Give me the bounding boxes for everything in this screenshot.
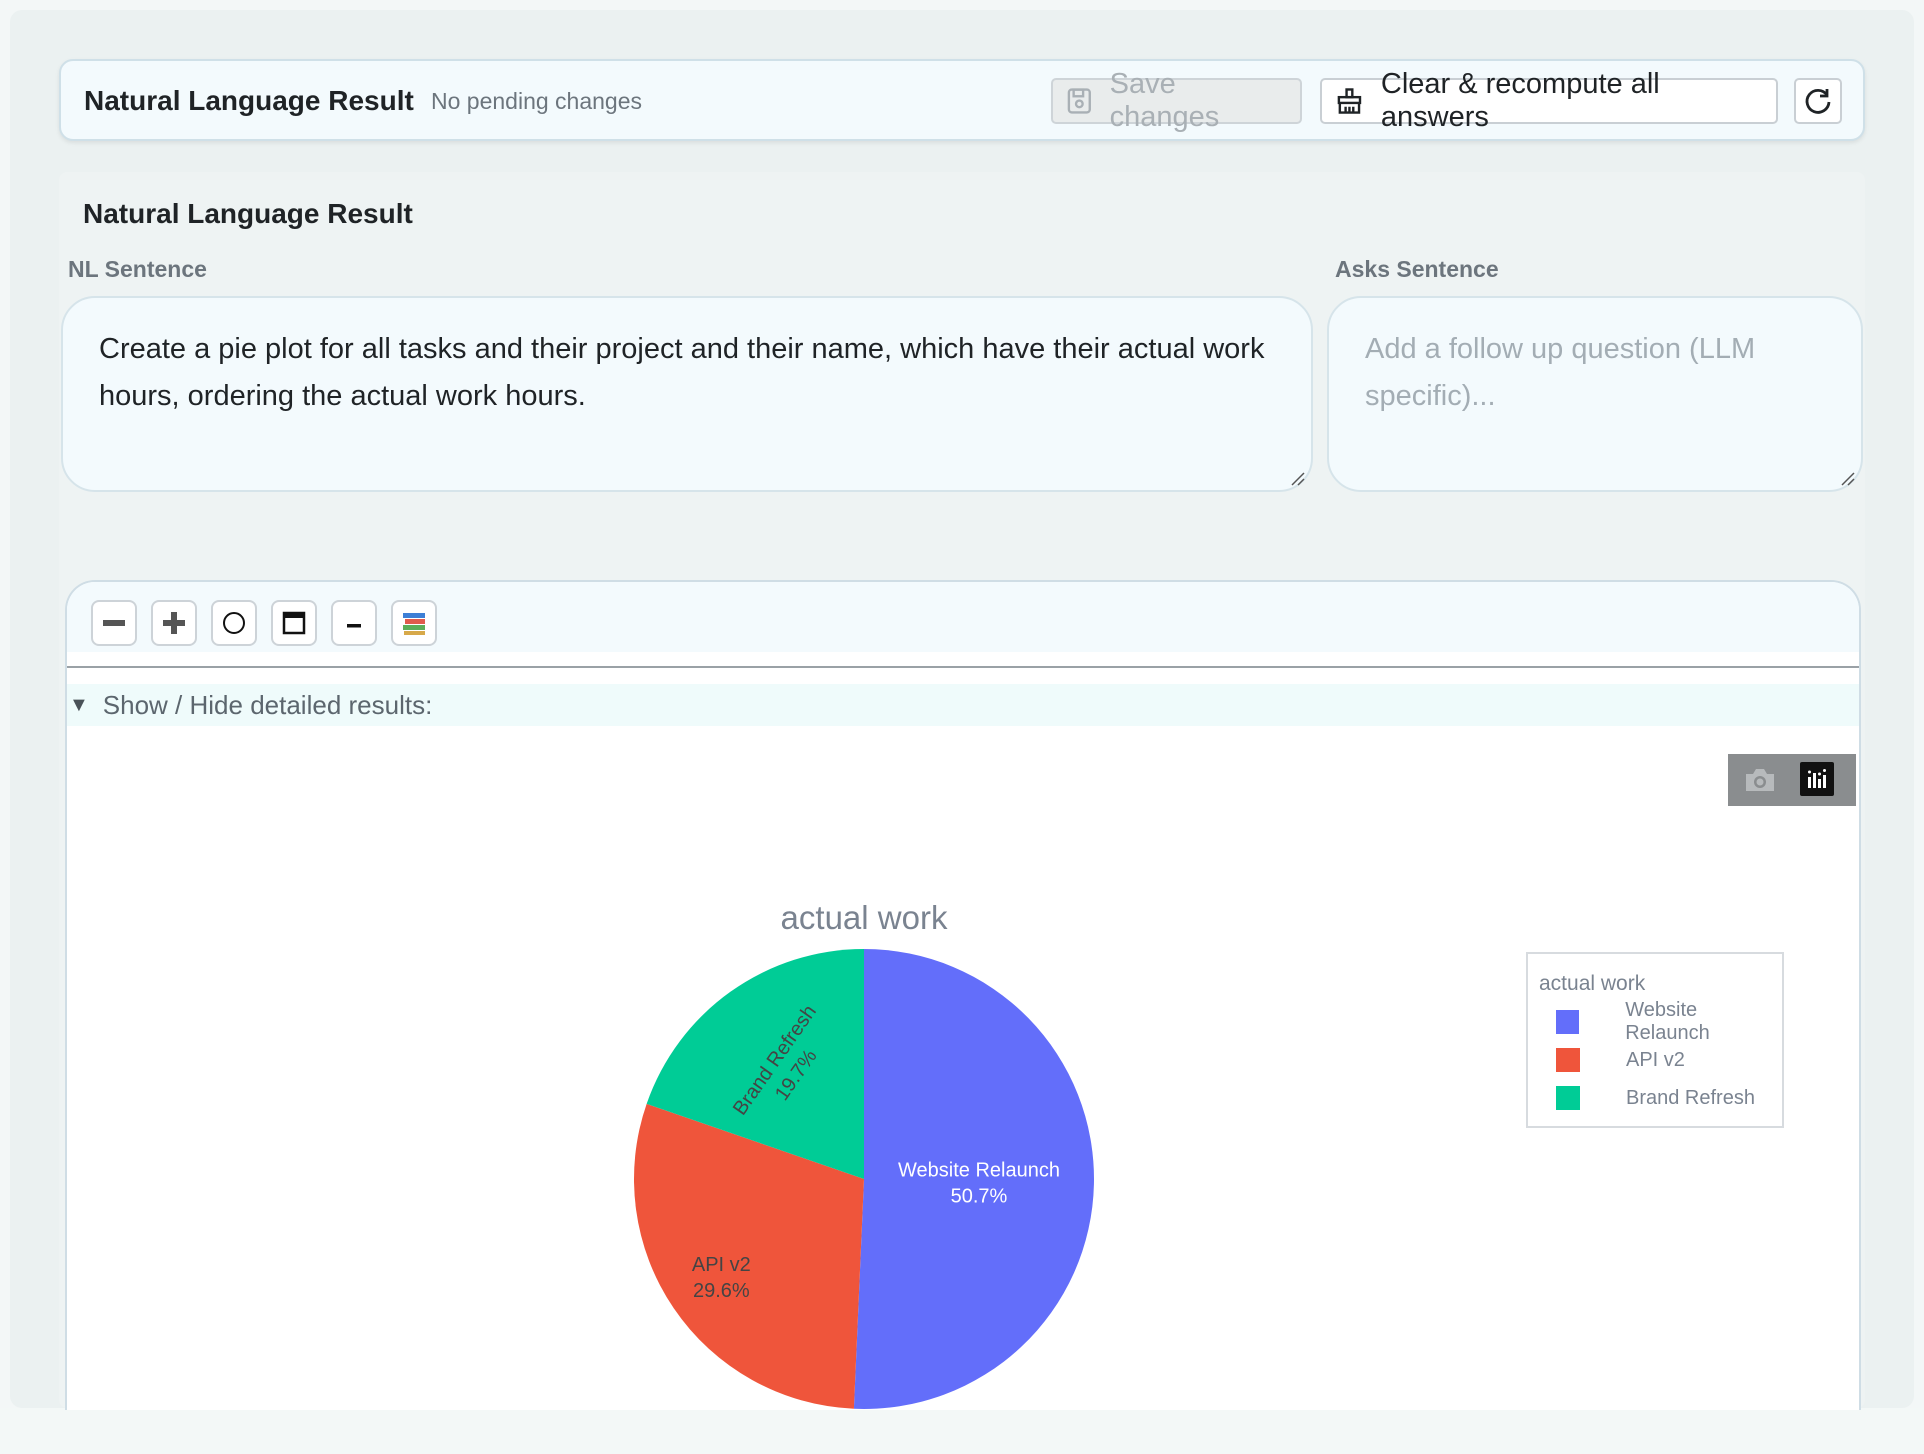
page-footer-strip (0, 1408, 1924, 1454)
slice-category-label: Website Relaunch (898, 1160, 1060, 1182)
legend-swatch (1556, 1048, 1580, 1072)
clear-recompute-label: Clear & recompute all answers (1380, 68, 1660, 133)
result-header: Natural Language Result No pending chang… (59, 59, 1865, 141)
refresh-icon (1805, 88, 1831, 114)
plot-card: ▼ Show / Hide detailed results: actual w… (65, 580, 1861, 1410)
legend-label: Brand Refresh (1626, 1086, 1755, 1109)
legend-swatch (1556, 1086, 1580, 1110)
legend-label: Website Relaunch (1625, 999, 1710, 1044)
clear-recompute-button[interactable]: Clear & recompute all answers (1320, 68, 1778, 133)
slice-percent-label: 29.6% (693, 1280, 750, 1302)
nl-sentence-text: Create a pie plot for all tasks and thei… (99, 333, 1265, 412)
nl-sentence-textarea[interactable]: Create a pie plot for all tasks and thei… (61, 296, 1313, 492)
pending-status: No pending changes (431, 88, 642, 114)
legend-item[interactable]: Website Relaunch (1556, 999, 1782, 1044)
broom-icon (1337, 88, 1362, 114)
resize-grip-icon[interactable] (1289, 470, 1305, 486)
header-title: Natural Language Result (84, 85, 414, 116)
chart-title: actual work (781, 899, 948, 936)
asks-sentence-placeholder: Add a follow up question (LLM specific).… (1365, 333, 1756, 412)
save-icon (1067, 88, 1091, 114)
legend-label: API v2 (1626, 1048, 1685, 1071)
legend-item[interactable]: Brand Refresh (1556, 1086, 1755, 1110)
resize-grip-icon[interactable] (1839, 470, 1855, 486)
legend-swatch (1556, 1010, 1580, 1034)
refresh-button[interactable] (1794, 78, 1842, 124)
legend-title: actual work (1539, 972, 1646, 995)
chart-legend: actual work Website Relaunch API v2 Brand … (1526, 952, 1784, 1128)
save-changes-button[interactable]: Save changes (1051, 68, 1302, 133)
legend-item[interactable]: API v2 (1556, 1048, 1685, 1072)
asks-sentence-label: Asks Sentence (1335, 256, 1499, 282)
section-title: Natural Language Result (83, 198, 413, 229)
nl-sentence-label: NL Sentence (68, 256, 207, 282)
slice-category-label: API v2 (692, 1254, 751, 1276)
slice-percent-label: 50.7% (951, 1186, 1008, 1208)
asks-sentence-textarea[interactable]: Add a follow up question (LLM specific).… (1327, 296, 1863, 492)
save-changes-label: Save changes (1109, 68, 1220, 133)
